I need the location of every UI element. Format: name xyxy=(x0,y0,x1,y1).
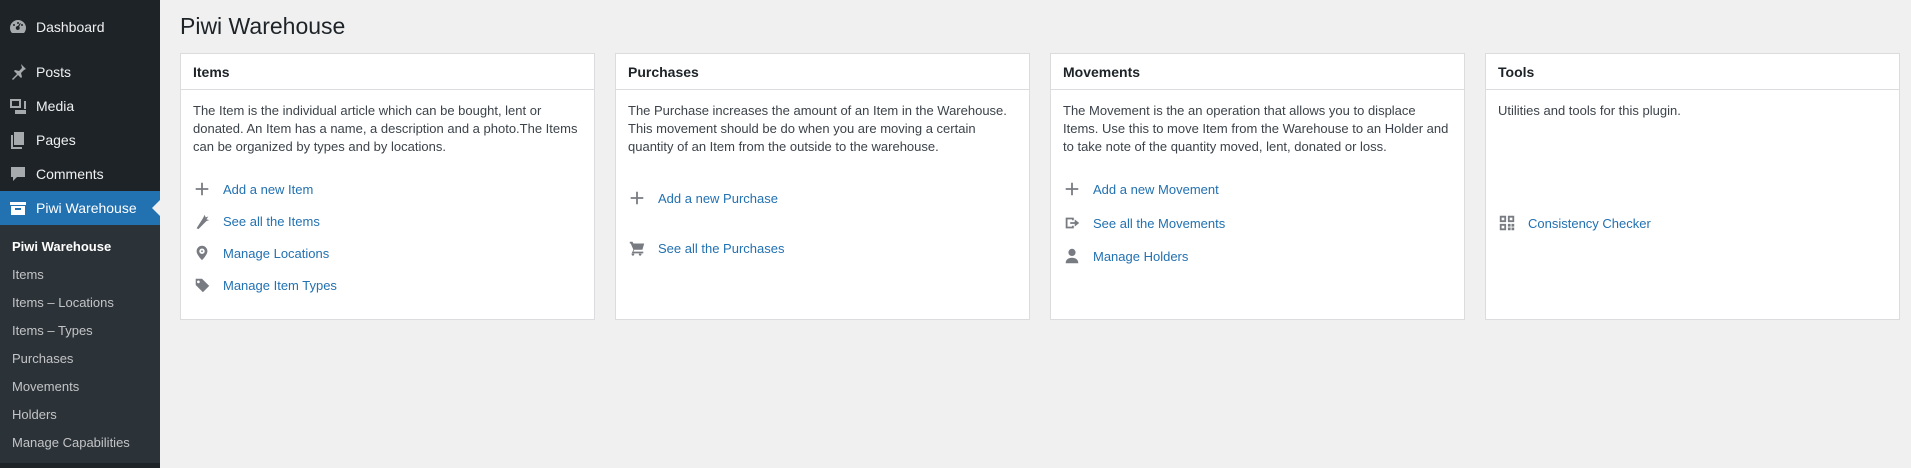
card-title: Movements xyxy=(1051,54,1464,90)
admin-sidebar: Dashboard Posts Media Pages Comments Piw… xyxy=(0,0,160,468)
pages-icon xyxy=(0,130,36,150)
card-tools: Tools Utilities and tools for this plugi… xyxy=(1485,53,1900,320)
submenu-item-items-types[interactable]: Items – Types xyxy=(0,316,160,344)
card-description: The Purchase increases the amount of an … xyxy=(628,103,1007,154)
plus-icon xyxy=(193,180,211,198)
link-label: See all the Movements xyxy=(1093,215,1226,231)
location-icon xyxy=(193,244,211,262)
consistency-checker-link[interactable]: Consistency Checker xyxy=(1498,214,1651,232)
add-movement-link[interactable]: Add a new Movement xyxy=(1063,180,1219,198)
link-label: Manage Holders xyxy=(1093,248,1189,264)
card-purchases: Purchases The Purchase increases the amo… xyxy=(615,53,1030,320)
menu-item-pages[interactable]: Pages xyxy=(0,123,160,157)
menu-item-posts[interactable]: Posts xyxy=(0,55,160,89)
link-label: Manage Item Types xyxy=(223,277,337,293)
submenu-item-holders[interactable]: Holders xyxy=(0,400,160,428)
menu-label: Posts xyxy=(36,64,72,80)
link-label: Add a new Movement xyxy=(1093,181,1219,197)
menu-label: Media xyxy=(36,98,75,114)
tag-icon xyxy=(193,276,211,294)
menu-label: Pages xyxy=(36,132,76,148)
menu-item-media[interactable]: Media xyxy=(0,89,160,123)
menu-label: Dashboard xyxy=(36,19,105,35)
main-content: Piwi Warehouse Items The Item is the ind… xyxy=(180,0,1911,320)
see-all-items-link[interactable]: See all the Items xyxy=(193,212,320,230)
submenu-item-piwi-warehouse[interactable]: Piwi Warehouse xyxy=(0,232,160,260)
card-description: The Item is the individual article which… xyxy=(193,103,578,154)
pin-icon xyxy=(0,62,36,82)
dashboard-icon xyxy=(0,17,36,37)
manage-item-types-link[interactable]: Manage Item Types xyxy=(193,276,337,294)
menu-item-comments[interactable]: Comments xyxy=(0,157,160,191)
see-all-movements-link[interactable]: See all the Movements xyxy=(1063,214,1225,232)
menu-label: Piwi Warehouse xyxy=(36,200,137,216)
link-label: Add a new Purchase xyxy=(658,190,778,206)
comment-icon xyxy=(0,164,36,184)
user-icon xyxy=(1063,247,1081,265)
manage-locations-link[interactable]: Manage Locations xyxy=(193,244,329,262)
menu-label: Comments xyxy=(36,166,104,182)
archive-icon xyxy=(0,198,36,218)
plus-icon xyxy=(1063,180,1081,198)
card-title: Tools xyxy=(1486,54,1899,90)
see-all-purchases-link[interactable]: See all the Purchases xyxy=(628,239,784,257)
link-label: Manage Locations xyxy=(223,245,330,261)
media-icon xyxy=(0,96,36,116)
submenu-item-items[interactable]: Items xyxy=(0,260,160,288)
submenu-piwi-warehouse: Piwi Warehouse Items Items – Locations I… xyxy=(0,225,160,463)
link-label: Add a new Item xyxy=(223,181,314,197)
submenu-item-movements[interactable]: Movements xyxy=(0,372,160,400)
submenu-item-items-locations[interactable]: Items – Locations xyxy=(0,288,160,316)
card-description: The Movement is the an operation that al… xyxy=(1063,103,1449,154)
card-title: Items xyxy=(181,54,594,90)
carrot-icon xyxy=(193,212,211,230)
page-title: Piwi Warehouse xyxy=(180,13,346,39)
add-item-link[interactable]: Add a new Item xyxy=(193,180,313,198)
submenu-item-purchases[interactable]: Purchases xyxy=(0,344,160,372)
menu-item-dashboard[interactable]: Dashboard xyxy=(0,10,160,44)
card-description: Utilities and tools for this plugin. xyxy=(1498,103,1681,118)
link-label: See all the Purchases xyxy=(658,240,785,256)
card-items: Items The Item is the individual article… xyxy=(180,53,595,320)
card-movements: Movements The Movement is the an operati… xyxy=(1050,53,1465,320)
add-purchase-link[interactable]: Add a new Purchase xyxy=(628,189,778,207)
link-label: Consistency Checker xyxy=(1528,215,1651,231)
menu-item-piwi-warehouse[interactable]: Piwi Warehouse xyxy=(0,191,160,225)
card-title: Purchases xyxy=(616,54,1029,90)
qr-code-icon xyxy=(1498,214,1516,232)
cart-icon xyxy=(628,239,646,257)
manage-holders-link[interactable]: Manage Holders xyxy=(1063,247,1188,265)
submenu-item-manage-capabilities[interactable]: Manage Capabilities xyxy=(0,428,160,456)
plus-icon xyxy=(628,189,646,207)
exit-icon xyxy=(1063,214,1081,232)
link-label: See all the Items xyxy=(223,213,320,229)
